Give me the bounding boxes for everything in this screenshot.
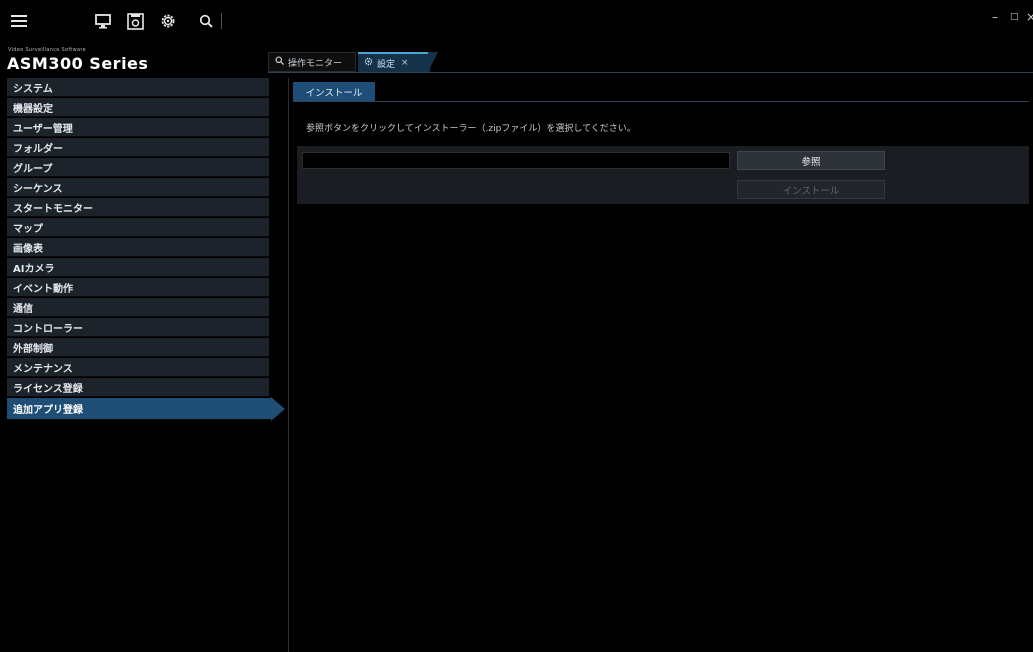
app-subtitle: Video Surveillance Software [8,47,86,53]
sidebar-item-event-action[interactable]: イベント動作 [7,278,269,297]
top-toolbar: – □ × [0,0,1033,40]
sidebar-item-label: 通信 [13,303,33,315]
content-tab-underline [293,101,1029,102]
tab-install[interactable]: インストール [293,82,375,101]
app-title: ASM300 Series [7,54,149,73]
tab-label: 設定 [377,59,396,70]
settings-doc-icon[interactable] [123,9,147,33]
file-path-input[interactable] [302,152,730,169]
sidebar-divider [288,78,289,652]
sidebar-item-label: AIカメラ [13,263,55,275]
sidebar-item-label: ユーザー管理 [13,123,73,135]
sidebar-item-label: システム [13,83,53,95]
sidebar-item-image-table[interactable]: 画像表 [7,238,269,257]
sidebar-item-label: スタートモニター [13,203,93,215]
sidebar-item-communication[interactable]: 通信 [7,298,269,317]
sidebar-item-add-app-registration[interactable]: 追加アプリ登録 [7,398,271,420]
sidebar-item-controller[interactable]: コントローラー [7,318,269,337]
tab-edge-decoration [428,52,438,72]
toolbar-separator [221,13,222,29]
sidebar-item-label: コントローラー [13,323,83,335]
close-window-button[interactable]: × [1026,10,1033,24]
active-item-arrow [271,397,285,421]
sidebar-item-external-control[interactable]: 外部制御 [7,338,269,357]
sidebar-item-label: グループ [13,163,53,175]
sidebar-item-system[interactable]: システム [7,78,269,97]
maximize-button[interactable]: □ [1010,12,1019,22]
sidebar-item-license-registration[interactable]: ライセンス登録 [7,378,269,397]
gear-icon[interactable] [156,9,180,33]
search-icon [275,56,284,68]
sidebar-item-group[interactable]: グループ [7,158,269,177]
menu-icon[interactable] [7,9,31,33]
sidebar-item-label: 機器設定 [13,103,53,115]
sidebar-item-label: 画像表 [13,243,43,255]
sidebar-item-start-monitor[interactable]: スタートモニター [7,198,269,217]
tab-operation-monitor[interactable]: 操作モニター [268,52,356,72]
sidebar: システム 機器設定 ユーザー管理 フォルダー グループ シーケンス スタートモニ… [7,78,288,652]
instruction-text: 参照ボタンをクリックしてインストーラー（.zipファイル）を選択してください。 [306,124,636,134]
sidebar-item-label: メンテナンス [13,363,73,375]
monitor-icon[interactable] [91,9,115,33]
tab-settings[interactable]: 設定 × [358,52,430,72]
gear-icon [364,57,373,69]
sidebar-item-label: 外部制御 [13,343,53,355]
sidebar-item-ai-camera[interactable]: AIカメラ [7,258,269,277]
tab-label: 操作モニター [288,58,343,69]
minimize-button[interactable]: – [992,10,998,24]
sidebar-item-label: 追加アプリ登録 [13,405,83,416]
sidebar-item-sequence[interactable]: シーケンス [7,178,269,197]
tab-bar-underline [268,72,1033,73]
sidebar-item-map[interactable]: マップ [7,218,269,237]
sidebar-item-maintenance[interactable]: メンテナンス [7,358,269,377]
sidebar-item-device-settings[interactable]: 機器設定 [7,98,269,117]
sidebar-item-user-management[interactable]: ユーザー管理 [7,118,269,137]
search-icon[interactable] [194,9,218,33]
browse-button[interactable]: 参照 [737,151,885,170]
tab-close-button[interactable]: × [401,58,409,68]
sidebar-item-label: マップ [13,223,43,235]
sidebar-item-label: シーケンス [13,183,63,195]
sidebar-item-label: イベント動作 [13,283,73,295]
sidebar-item-folder[interactable]: フォルダー [7,138,269,157]
sidebar-item-label: ライセンス登録 [13,383,83,395]
install-button[interactable]: インストール [737,180,885,199]
sidebar-item-label: フォルダー [13,143,63,155]
app-window: – □ × Video Surveillance Software ASM300… [0,0,1033,652]
